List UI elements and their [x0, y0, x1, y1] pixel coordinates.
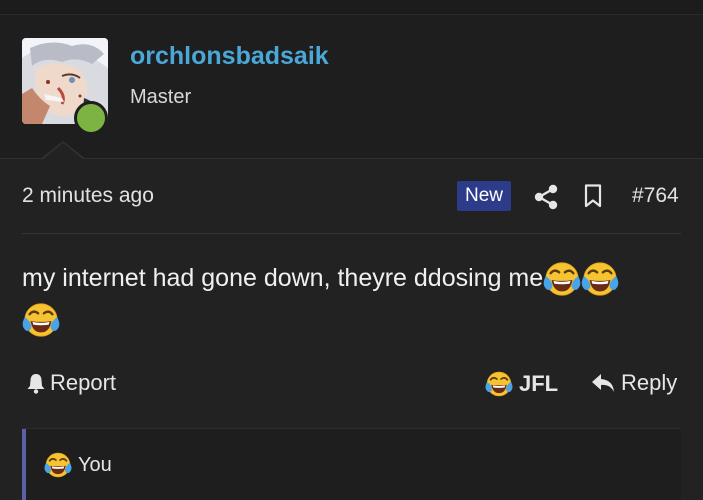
reactions-accent — [22, 429, 26, 500]
jfl-label: JFL — [519, 371, 559, 396]
header-pointer — [42, 143, 84, 160]
reply-button[interactable]: Reply — [591, 370, 677, 396]
divider — [22, 233, 681, 234]
tears-of-joy-icon — [485, 370, 513, 398]
top-strip — [0, 0, 703, 15]
reaction-summary[interactable]: You — [44, 451, 112, 479]
post-number-link[interactable]: #764 — [632, 184, 679, 208]
tears-of-joy-icon — [44, 451, 72, 479]
reply-label: Reply — [621, 370, 678, 395]
reply-arrow-icon — [592, 374, 614, 392]
online-status-indicator — [74, 101, 108, 135]
tears-of-joy-emoji — [22, 301, 60, 339]
user-header: orchlonsbadsaik Master — [0, 15, 703, 159]
user-title: Master — [130, 86, 192, 108]
reactions-bar: You — [22, 428, 681, 500]
reaction-summary-label: You — [78, 453, 112, 476]
bell-icon — [27, 374, 45, 394]
post-message: my internet had gone down, theyre ddosin… — [22, 258, 682, 339]
share-icon[interactable] — [534, 184, 558, 210]
tears-of-joy-emoji — [581, 260, 619, 298]
message-text: my internet had gone down, theyre ddosin… — [22, 264, 544, 292]
post-timestamp[interactable]: 2 minutes ago — [22, 184, 154, 208]
tears-of-joy-emoji — [543, 260, 581, 298]
jfl-reaction-button[interactable]: JFL — [485, 370, 558, 398]
report-button[interactable]: Report — [26, 370, 116, 396]
report-label: Report — [50, 370, 117, 395]
post-page: orchlonsbadsaik Master 2 minutes ago New… — [0, 0, 703, 500]
bookmark-icon[interactable] — [584, 184, 602, 208]
new-badge: New — [457, 181, 511, 211]
username-link[interactable]: orchlonsbadsaik — [130, 42, 329, 71]
